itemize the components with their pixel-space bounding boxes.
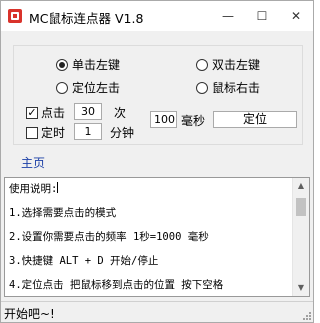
mouse-app-icon [8,9,22,23]
radio-locate-left[interactable]: 定位左击 [56,79,120,96]
maximize-icon: ☐ [256,9,268,23]
interval-input[interactable]: 100 [150,111,177,128]
settings-group: 单击左键 双击左键 定位左击 鼠标右击 ✓ 点击 30 次 定时 1 分钟 10… [13,45,303,145]
close-button[interactable]: ✕ [279,1,313,31]
click-count-unit: 次 [114,106,127,120]
instruction-line: 3.快捷键 ALT + D 开始/停止 [9,255,159,267]
radio-double-left-label: 双击左键 [212,58,261,72]
maximize-button[interactable]: ☐ [245,1,279,31]
instructions-textarea[interactable]: 使用说明: 1.选择需要点击的模式 2.设置你需要点击的频率 1秒=1000 毫… [4,177,310,297]
timer-label: 定时 [41,126,66,140]
resize-grip-icon[interactable] [301,310,311,320]
vertical-scrollbar[interactable]: ▲ ▼ [292,178,309,296]
radio-unselected-icon [56,81,68,94]
click-count-label: 点击 [41,106,66,120]
instruction-line: 4.定位点击 把鼠标移到点击的位置 按下空格 [9,279,224,291]
instructions-lines: 使用说明: 1.选择需要点击的模式 2.设置你需要点击的频率 1秒=1000 毫… [9,180,291,300]
minimize-icon: — [222,9,234,23]
window-title: MC鼠标连点器 V1.8 [29,11,144,26]
radio-mouse-right-label: 鼠标右击 [212,81,261,95]
radio-selected-icon [56,58,68,71]
radio-single-left-label: 单击左键 [72,58,121,72]
home-link[interactable]: 主页 [21,154,45,171]
checkbox-empty-icon [26,126,38,139]
radio-double-left[interactable]: 双击左键 [196,56,260,73]
scroll-down-icon[interactable]: ▼ [293,280,309,296]
timer-unit: 分钟 [110,126,135,140]
scroll-thumb[interactable] [296,198,306,216]
minimize-button[interactable]: — [211,1,245,31]
radio-unselected-icon [196,58,208,71]
click-count-checkbox[interactable]: ✓ 点击 [26,104,65,121]
radio-unselected-icon [196,81,208,94]
status-bar: 开始吧~! [1,301,313,322]
interval-unit: 毫秒 [181,114,206,128]
app-window: MC鼠标连点器 V1.8 — ☐ ✕ 单击左键 双击左键 定位左击 鼠标右击 ✓ [0,0,314,323]
radio-mouse-right[interactable]: 鼠标右击 [196,79,260,96]
instruction-line: 使用说明: [9,182,59,195]
radio-single-left[interactable]: 单击左键 [56,56,120,73]
instruction-line: 1.选择需要点击的模式 [9,207,117,219]
timer-input[interactable]: 1 [74,123,102,140]
instruction-line: 2.设置你需要点击的频率 1秒=1000 毫秒 [9,231,209,243]
check-icon: ✓ [26,105,38,119]
scroll-up-icon[interactable]: ▲ [293,178,309,194]
locate-button[interactable]: 定位 [213,111,297,128]
click-count-input[interactable]: 30 [74,103,102,120]
timer-checkbox[interactable]: 定时 [26,124,65,141]
text-caret [57,182,59,193]
status-text: 开始吧~! [4,307,55,321]
close-icon: ✕ [290,9,302,23]
title-bar[interactable]: MC鼠标连点器 V1.8 — ☐ ✕ [1,1,313,31]
radio-locate-left-label: 定位左击 [72,81,121,95]
